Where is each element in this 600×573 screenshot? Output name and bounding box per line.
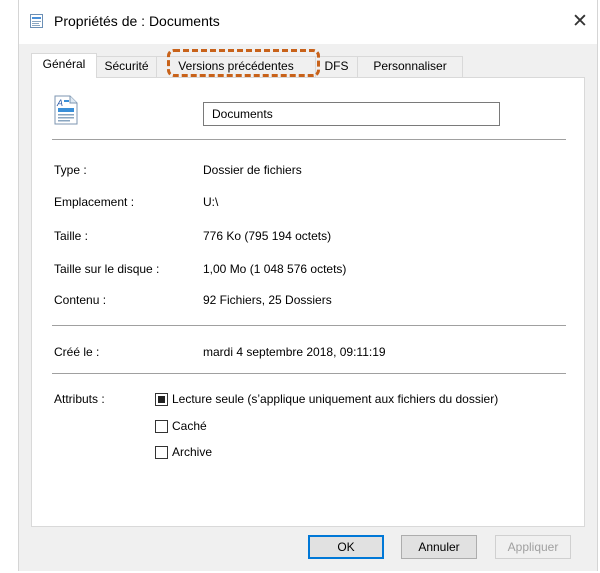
cancel-button[interactable]: Annuler bbox=[401, 535, 477, 559]
created-label: Créé le : bbox=[54, 345, 100, 359]
separator bbox=[52, 373, 566, 374]
size-on-disk-label: Taille sur le disque : bbox=[54, 262, 160, 276]
close-icon: ✕ bbox=[572, 10, 588, 32]
contents-label: Contenu : bbox=[54, 293, 107, 307]
tab-security[interactable]: Sécurité bbox=[96, 56, 157, 77]
archive-checkbox[interactable] bbox=[155, 446, 168, 459]
previous-versions-highlight bbox=[167, 49, 320, 77]
close-button[interactable]: ✕ bbox=[565, 6, 595, 36]
read-only-checkbox[interactable] bbox=[155, 393, 168, 406]
window-title: Propriétés de : Documents bbox=[54, 13, 220, 29]
hidden-checkbox[interactable] bbox=[155, 420, 168, 433]
properties-dialog: Propriétés de : Documents ✕ Général Sécu… bbox=[18, 0, 598, 571]
document-folder-icon: A bbox=[54, 95, 78, 125]
read-only-label[interactable]: Lecture seule (s’applique uniquement aux… bbox=[172, 392, 498, 406]
folder-name-input[interactable]: Documents bbox=[203, 102, 500, 126]
type-label: Type : bbox=[54, 163, 87, 177]
separator bbox=[52, 139, 566, 140]
svg-text:A: A bbox=[56, 98, 63, 108]
type-value: Dossier de fichiers bbox=[203, 163, 302, 177]
archive-label[interactable]: Archive bbox=[172, 445, 212, 459]
location-value: U:\ bbox=[203, 195, 219, 209]
contents-value: 92 Fichiers, 25 Dossiers bbox=[203, 293, 332, 307]
title-bar[interactable]: Propriétés de : Documents ✕ bbox=[19, 0, 597, 44]
size-on-disk-value: 1,00 Mo (1 048 576 octets) bbox=[203, 262, 347, 276]
apply-button[interactable]: Appliquer bbox=[495, 535, 571, 559]
folder-properties-icon bbox=[30, 14, 43, 28]
size-value: 776 Ko (795 194 octets) bbox=[203, 229, 332, 243]
separator bbox=[52, 325, 566, 326]
ok-button[interactable]: OK bbox=[308, 535, 384, 559]
size-label: Taille : bbox=[54, 229, 89, 243]
hidden-label[interactable]: Caché bbox=[172, 419, 207, 433]
general-panel: A Documents Type : Dossier de fichiers E… bbox=[31, 77, 585, 527]
location-label: Emplacement : bbox=[54, 195, 135, 209]
attributes-label: Attributs : bbox=[54, 392, 105, 406]
tab-customize[interactable]: Personnaliser bbox=[357, 56, 463, 77]
created-value: mardi 4 septembre 2018, 09:11:19 bbox=[203, 345, 386, 359]
tab-general[interactable]: Général bbox=[31, 53, 97, 78]
tab-dfs[interactable]: DFS bbox=[315, 56, 358, 77]
